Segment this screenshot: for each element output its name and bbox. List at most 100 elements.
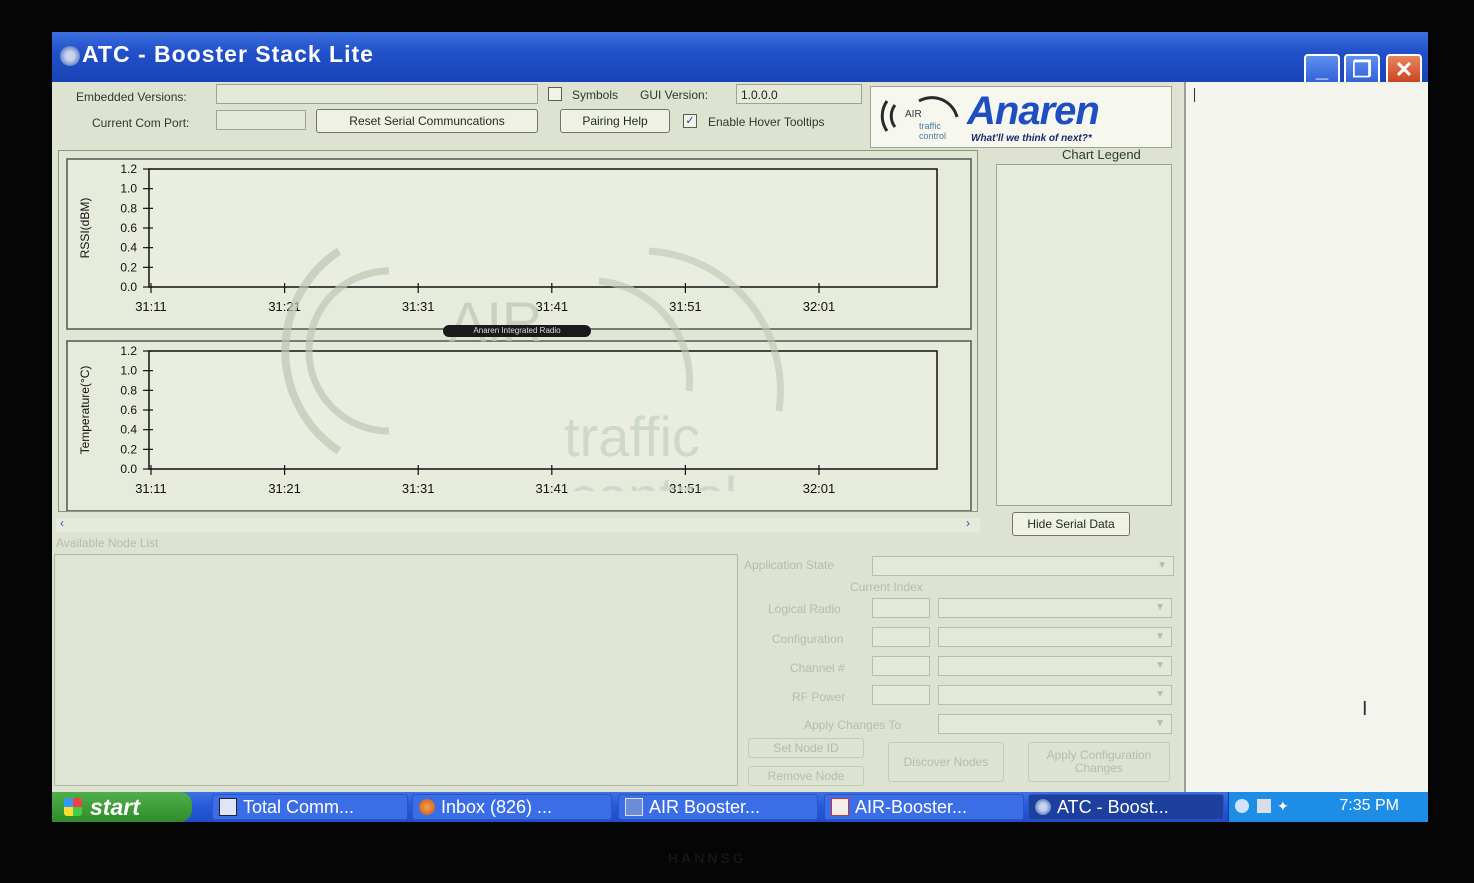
chevron-down-icon: ▼ [1155, 718, 1165, 729]
application-state-select[interactable]: ▼ [872, 556, 1174, 576]
remove-node-button[interactable]: Remove Node [748, 766, 864, 786]
temperature-y-tick-label: 0.0 [120, 462, 137, 476]
symbols-label: Symbols [572, 88, 619, 102]
temperature-plot-area [148, 350, 938, 470]
tray-expand-icon[interactable] [1235, 799, 1249, 813]
apply-changes-to-select[interactable]: ▼ [938, 714, 1172, 734]
task-total-commander[interactable]: Total Comm... [212, 794, 408, 820]
logo-mark-control: control [919, 131, 946, 141]
floppy-icon [219, 798, 237, 816]
embedded-versions-field [216, 84, 538, 104]
atc-app-icon [1035, 799, 1051, 815]
windows-logo-icon [64, 798, 82, 816]
rssi-y-tick-label: 0.2 [120, 260, 137, 274]
task-label: Total Comm... [243, 796, 355, 817]
configuration-index [872, 627, 930, 647]
clock: 7:35 PM [1339, 797, 1399, 814]
chart-legend-box [996, 164, 1172, 506]
temperature-y-tick-label: 0.8 [120, 383, 137, 397]
scroll-left-icon[interactable]: ‹ [60, 516, 64, 530]
temperature-x-tick-label: 31:41 [536, 481, 569, 496]
start-label: start [90, 793, 140, 820]
air-traffic-control-icon: AIR traffic control [880, 96, 959, 141]
logical-radio-select[interactable]: ▼ [938, 598, 1172, 618]
task-air-booster-2[interactable]: AIR-Booster... [824, 794, 1024, 820]
temperature-y-tick-label: 0.6 [120, 403, 137, 417]
logo-mark-traffic: traffic [919, 121, 941, 131]
temperature-y-axis-label: Temperature(°C) [78, 366, 92, 455]
rssi-y-tick-label: 1.0 [120, 182, 137, 196]
task-inbox[interactable]: Inbox (826) ... [412, 794, 612, 820]
rssi-x-tick-label: 31:51 [669, 299, 702, 314]
logical-radio-index [872, 598, 930, 618]
mail-client-icon [419, 799, 435, 815]
logo-mark-air: AIR [905, 109, 922, 120]
rf-power-index [872, 685, 930, 705]
task-label: AIR-Booster... [855, 796, 968, 817]
chevron-down-icon: ▼ [1155, 660, 1165, 671]
title-bar[interactable]: ATC - Booster Stack Lite _ ❐ ✕ [52, 32, 1428, 86]
anaren-tagline: What'll we think of next?* [971, 133, 1092, 144]
task-atc-booster[interactable]: ATC - Boost... [1028, 794, 1224, 820]
anaren-brand: Anaren [967, 89, 1100, 133]
temperature-y-tick-label: 1.2 [120, 344, 137, 358]
rf-power-select[interactable]: ▼ [938, 685, 1172, 705]
pdf-icon [831, 798, 849, 816]
charts-panel: 1.2 1.0 0.8 0.6 0.4 0.2 0.0 31:11 31:21 31:31 31:4… [58, 150, 978, 512]
rssi-y-tick-label: 0.0 [120, 280, 137, 294]
printer-icon[interactable] [1257, 799, 1271, 813]
hover-tooltips-label: Enable Hover Tooltips [708, 115, 825, 129]
gui-version-field: 1.0.0.0 [736, 84, 862, 104]
anaren-logo: AIR traffic control Anaren What'll we th… [870, 86, 1172, 148]
temperature-y-tick-label: 1.0 [120, 364, 137, 378]
task-label: ATC - Boost... [1057, 796, 1169, 817]
task-label: Inbox (826) ... [441, 796, 553, 817]
temperature-y-tick-label: 0.2 [120, 442, 137, 456]
set-node-id-button[interactable]: Set Node ID [748, 738, 864, 758]
gui-version-label: GUI Version: [640, 88, 709, 102]
task-air-booster-1[interactable]: AIR Booster... [618, 794, 818, 820]
available-node-list-label: Available Node List [56, 536, 159, 550]
rssi-x-tick-label: 32:01 [803, 299, 836, 314]
rssi-y-tick-label: 1.2 [120, 162, 137, 176]
rssi-y-tick-label: 0.4 [120, 241, 137, 255]
chevron-down-icon: ▼ [1155, 689, 1165, 700]
chart-horizontal-scrollbar[interactable]: ‹ › [56, 516, 980, 532]
watermark-caption: Anaren Integrated Radio [443, 325, 591, 337]
temperature-x-tick-label: 31:31 [402, 481, 435, 496]
configuration-select[interactable]: ▼ [938, 627, 1172, 647]
rf-power-label: RF Power [792, 690, 846, 704]
symbols-checkbox[interactable] [548, 87, 562, 101]
channel-index [872, 656, 930, 676]
available-node-list[interactable] [54, 554, 738, 786]
temperature-y-tick-label: 0.4 [120, 423, 137, 437]
discover-nodes-button[interactable]: Discover Nodes [888, 742, 1004, 782]
application-state-label: Application State [744, 558, 835, 572]
current-index-label: Current Index [850, 580, 923, 594]
rssi-plot-area [148, 168, 938, 288]
rssi-x-tick-label: 31:31 [402, 299, 435, 314]
reset-serial-button[interactable]: Reset Serial Communcations [316, 109, 538, 133]
hover-tooltips-checkbox[interactable]: ✓ [683, 114, 697, 128]
app-area: Embedded Versions: Symbols GUI Version: … [52, 82, 1182, 792]
monitor-brand: HANNSG [668, 850, 747, 866]
hide-serial-data-button[interactable]: Hide Serial Data [1012, 512, 1130, 536]
temperature-x-tick-label: 32:01 [803, 481, 836, 496]
chevron-down-icon: ▼ [1155, 602, 1165, 613]
channel-select[interactable]: ▼ [938, 656, 1172, 676]
pairing-help-button[interactable]: Pairing Help [560, 109, 670, 133]
network-icon[interactable]: ✦ [1277, 798, 1289, 815]
start-button[interactable]: start [52, 792, 192, 822]
rssi-x-tick-label: 31:41 [536, 299, 569, 314]
current-com-port-label: Current Com Port: [92, 116, 190, 130]
serial-data-pane[interactable]: I [1184, 82, 1428, 792]
scroll-right-icon[interactable]: › [966, 516, 970, 530]
logical-radio-label: Logical Radio [768, 602, 841, 616]
temperature-x-tick-label: 31:51 [669, 481, 702, 496]
apply-configuration-button[interactable]: Apply Configuration Changes [1028, 742, 1170, 782]
app-icon [60, 46, 80, 66]
system-tray: ✦ 7:35 PM [1228, 792, 1428, 822]
apply-changes-to-label: Apply Changes To [804, 718, 902, 732]
rssi-y-tick-label: 0.6 [120, 221, 137, 235]
temperature-x-tick-label: 31:11 [135, 481, 167, 496]
